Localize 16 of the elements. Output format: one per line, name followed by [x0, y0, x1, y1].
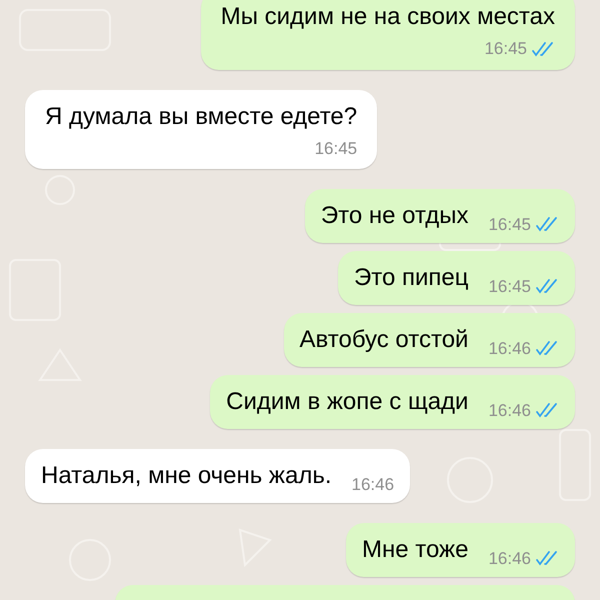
message-text: Это не отдых: [320, 201, 468, 231]
message-text: Наталья, мне очень жаль.: [41, 461, 332, 491]
message-time: 16:46: [488, 548, 531, 570]
message-text: Сидим в жопе с щади: [226, 387, 468, 417]
message-text: Мне тоже: [362, 535, 468, 565]
message-time: 16:45: [488, 276, 531, 298]
message-text: Это пипец: [354, 263, 468, 293]
message-time: 16:46: [488, 338, 531, 360]
message-text: Автобус отстой: [300, 325, 468, 355]
message-time: 16:45: [314, 138, 358, 160]
message-text: Я думала вы вместе едете?: [45, 102, 358, 132]
message-text: Мы сидим не на своих местах: [220, 2, 555, 32]
message-time: 16:45: [488, 214, 531, 236]
message-time: 16:46: [352, 474, 394, 496]
message-time: 16:45: [484, 38, 527, 60]
message-time: 16:46: [488, 400, 531, 422]
